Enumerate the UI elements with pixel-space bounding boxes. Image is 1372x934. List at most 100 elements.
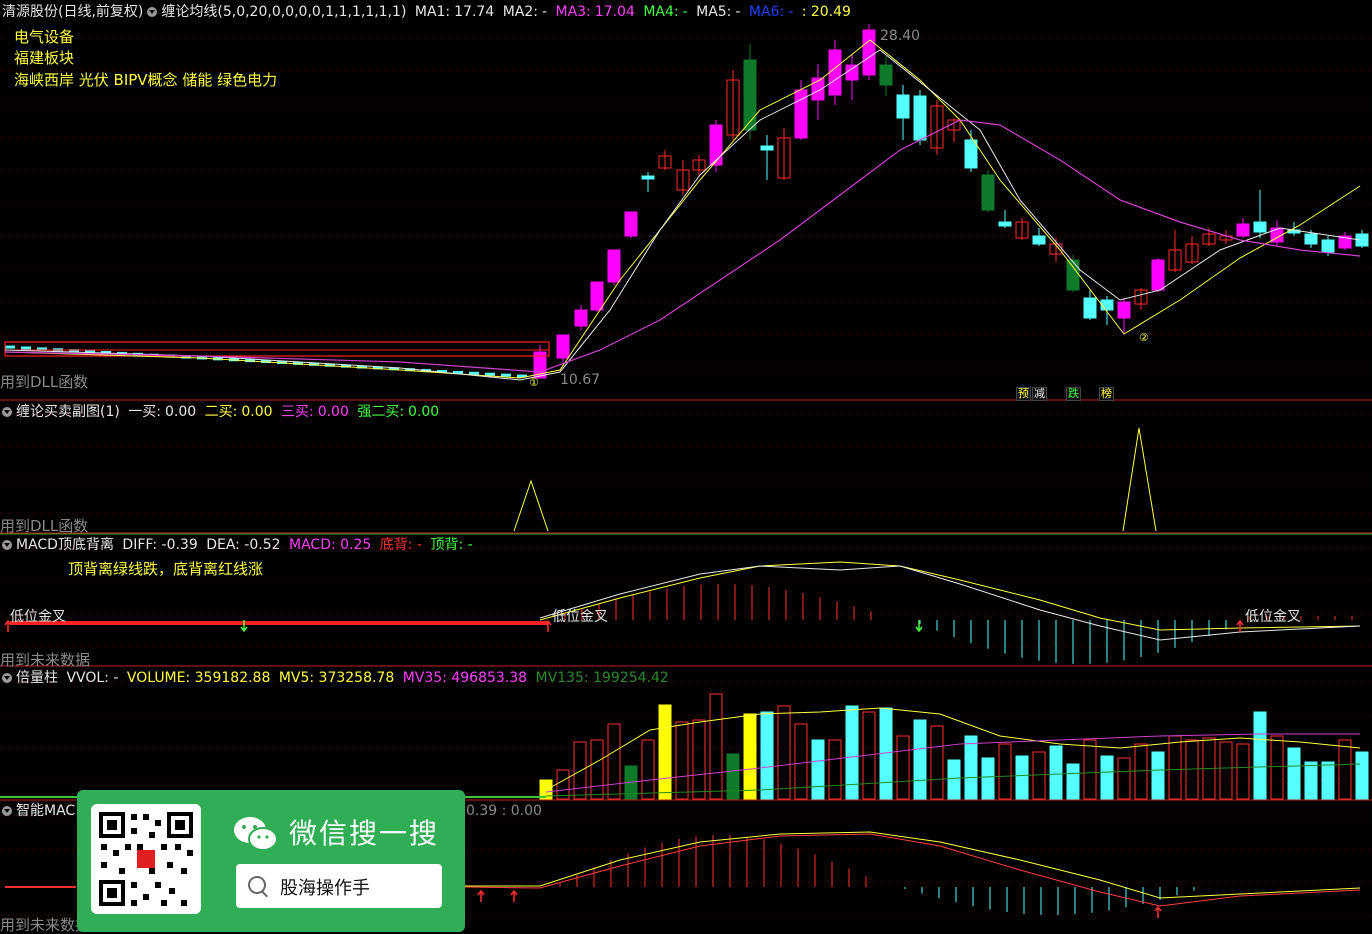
ma2-label: MA2: [502, 4, 538, 20]
cross-arrow-icon-3 [915, 620, 923, 633]
panel5-value: 0.39 : 0.00 [466, 803, 542, 819]
tag-die[interactable]: 跌 [1066, 387, 1081, 401]
panel2-header: 缠论买卖副图(1) 一买: 0.00 二买: 0.00 三买: 0.00 强二买: 0.… [2, 403, 443, 421]
main-panel-header: 清源股份(日线,前复权) 缠论均线(5,0,20,0,0,0,0,1,1,1,1,… [2, 3, 855, 21]
volume-bar-14 [777, 705, 791, 800]
mv5-value: MV5: 373258.78 [278, 670, 395, 686]
ma2-value: - [541, 4, 548, 20]
b1-label: 一买: [128, 404, 162, 420]
candle-body-4 [607, 249, 621, 283]
ma6-label: MA6: [748, 4, 785, 20]
volume-bar-36 [1151, 751, 1165, 800]
wechat-logo-icon [233, 814, 279, 858]
volume-bar-6 [641, 739, 655, 800]
low-price-label: 10.67 [560, 372, 601, 388]
p5-arrow-icon-0 [477, 889, 485, 902]
cross-arrow-icon-4 [1236, 619, 1244, 632]
volume-bar-46 [1321, 761, 1335, 800]
volume-bar-21 [896, 735, 910, 800]
ma1-line [4, 49, 1361, 381]
vvol-value: VVOL: - [66, 670, 119, 686]
volume-value: VOLUME: 359182.88 [126, 670, 271, 686]
volume-bar-30 [1049, 745, 1063, 800]
wechat-search-text: 股海操作手 [280, 878, 370, 899]
early-candle-506 [501, 373, 511, 377]
panel4-title[interactable]: 倍量柱 [16, 670, 58, 686]
volume-bar-48 [1355, 751, 1369, 800]
ma4-label: MA4: [643, 4, 679, 20]
panel3-footer: 用到未来数据 [0, 651, 91, 669]
collapse-icon[interactable] [2, 673, 12, 683]
high-price-label: 28.40 [880, 28, 921, 44]
candle-body-21 [896, 94, 910, 119]
volume-bar-8 [675, 721, 689, 800]
indicator-name[interactable]: 缠论均线(5,0,20,0,0,0,0,1,1,1,1,1,1) [161, 4, 406, 20]
tag-jian[interactable]: 减 [1032, 387, 1047, 401]
dea-value: DEA: -0.52 [206, 537, 281, 553]
volume-bar-42 [1253, 711, 1267, 800]
volume-bar-32 [1083, 739, 1097, 800]
volume-bar-41 [1236, 743, 1250, 800]
wechat-search-box[interactable]: 股海操作手 [236, 864, 442, 908]
p5-arrow-icon-1 [510, 889, 518, 902]
candle-body-13 [760, 145, 774, 151]
ma3-value: 17.04 [594, 4, 635, 20]
volume-bar-1 [556, 769, 570, 800]
ma5-value: - [735, 4, 741, 20]
panel2-footer: 用到DLL函数 [0, 517, 89, 535]
panel4-header: 倍量柱 VVOL: - VOLUME: 359182.88 MV5: 37325… [2, 669, 673, 687]
candle-body-17 [828, 49, 842, 96]
collapse-icon[interactable] [147, 7, 158, 17]
candle-body-6 [641, 175, 655, 180]
volume-bar-44 [1287, 747, 1301, 800]
collapse-icon[interactable] [2, 407, 12, 417]
collapse-icon[interactable] [2, 806, 12, 816]
macd-note: 顶背离绿线跌，底背离红线涨 [68, 560, 264, 578]
panel3-header: MACD顶底背离 DIFF: -0.39 DEA: -0.52 MACD: 0.… [2, 536, 477, 554]
stock-title[interactable]: 清源股份(日线,前复权) [2, 4, 143, 20]
volume-bar-45 [1304, 761, 1318, 800]
panel5-header: 智能MAC [2, 802, 79, 820]
candle-body-18 [845, 64, 859, 81]
volume-bar-47 [1338, 739, 1352, 800]
mv135-value: MV135: 199254.42 [535, 670, 669, 686]
candle-body-1 [556, 334, 570, 359]
b2-label: 二买: [204, 404, 238, 420]
candle-body-34 [1117, 301, 1131, 319]
diff-line [539, 565, 1361, 641]
tag-bang[interactable]: 榜 [1099, 387, 1114, 401]
candle-body-19 [862, 29, 876, 76]
panel5-title[interactable]: 智能MAC [16, 803, 75, 819]
tag-yu[interactable]: 预 [1016, 387, 1031, 401]
volume-bar-7 [658, 704, 672, 800]
search-icon [248, 876, 266, 894]
wechat-search-overlay[interactable]: 微信搜一搜 股海操作手 [77, 790, 465, 932]
early-candle-26 [21, 346, 31, 350]
ma1-label: MA1: [414, 4, 451, 20]
sector-2: 福建板块 [14, 49, 75, 67]
volume-bar-16 [811, 739, 825, 800]
mark-2: ② [1139, 331, 1149, 344]
candle-body-31 [1066, 259, 1080, 291]
ma4-value: - [682, 4, 688, 20]
volume-bar-17 [828, 739, 842, 800]
diff-value: DIFF: -0.39 [122, 537, 198, 553]
volume-bar-24 [947, 759, 961, 800]
volume-bar-31 [1066, 763, 1080, 800]
ma5-label: MA5: [696, 4, 732, 20]
panel3-title[interactable]: MACD顶底背离 [16, 537, 114, 553]
volume-bar-13 [760, 711, 774, 800]
volume-bar-10 [709, 693, 723, 800]
candle-body-10 [709, 124, 723, 166]
main-footer: 用到DLL函数 [0, 373, 89, 391]
b2-value: 0.00 [241, 404, 273, 420]
candle-body-46 [1321, 239, 1335, 253]
qr-code[interactable] [91, 804, 201, 914]
volume-bar-2 [573, 741, 587, 800]
collapse-icon[interactable] [2, 540, 12, 550]
zigzag-line [4, 39, 1361, 379]
wechat-search-title: 微信搜一搜 [289, 817, 440, 850]
volume-bar-33 [1100, 755, 1114, 800]
panel2-title[interactable]: 缠论买卖副图(1) [16, 404, 120, 420]
volume-bar-26 [981, 757, 995, 800]
